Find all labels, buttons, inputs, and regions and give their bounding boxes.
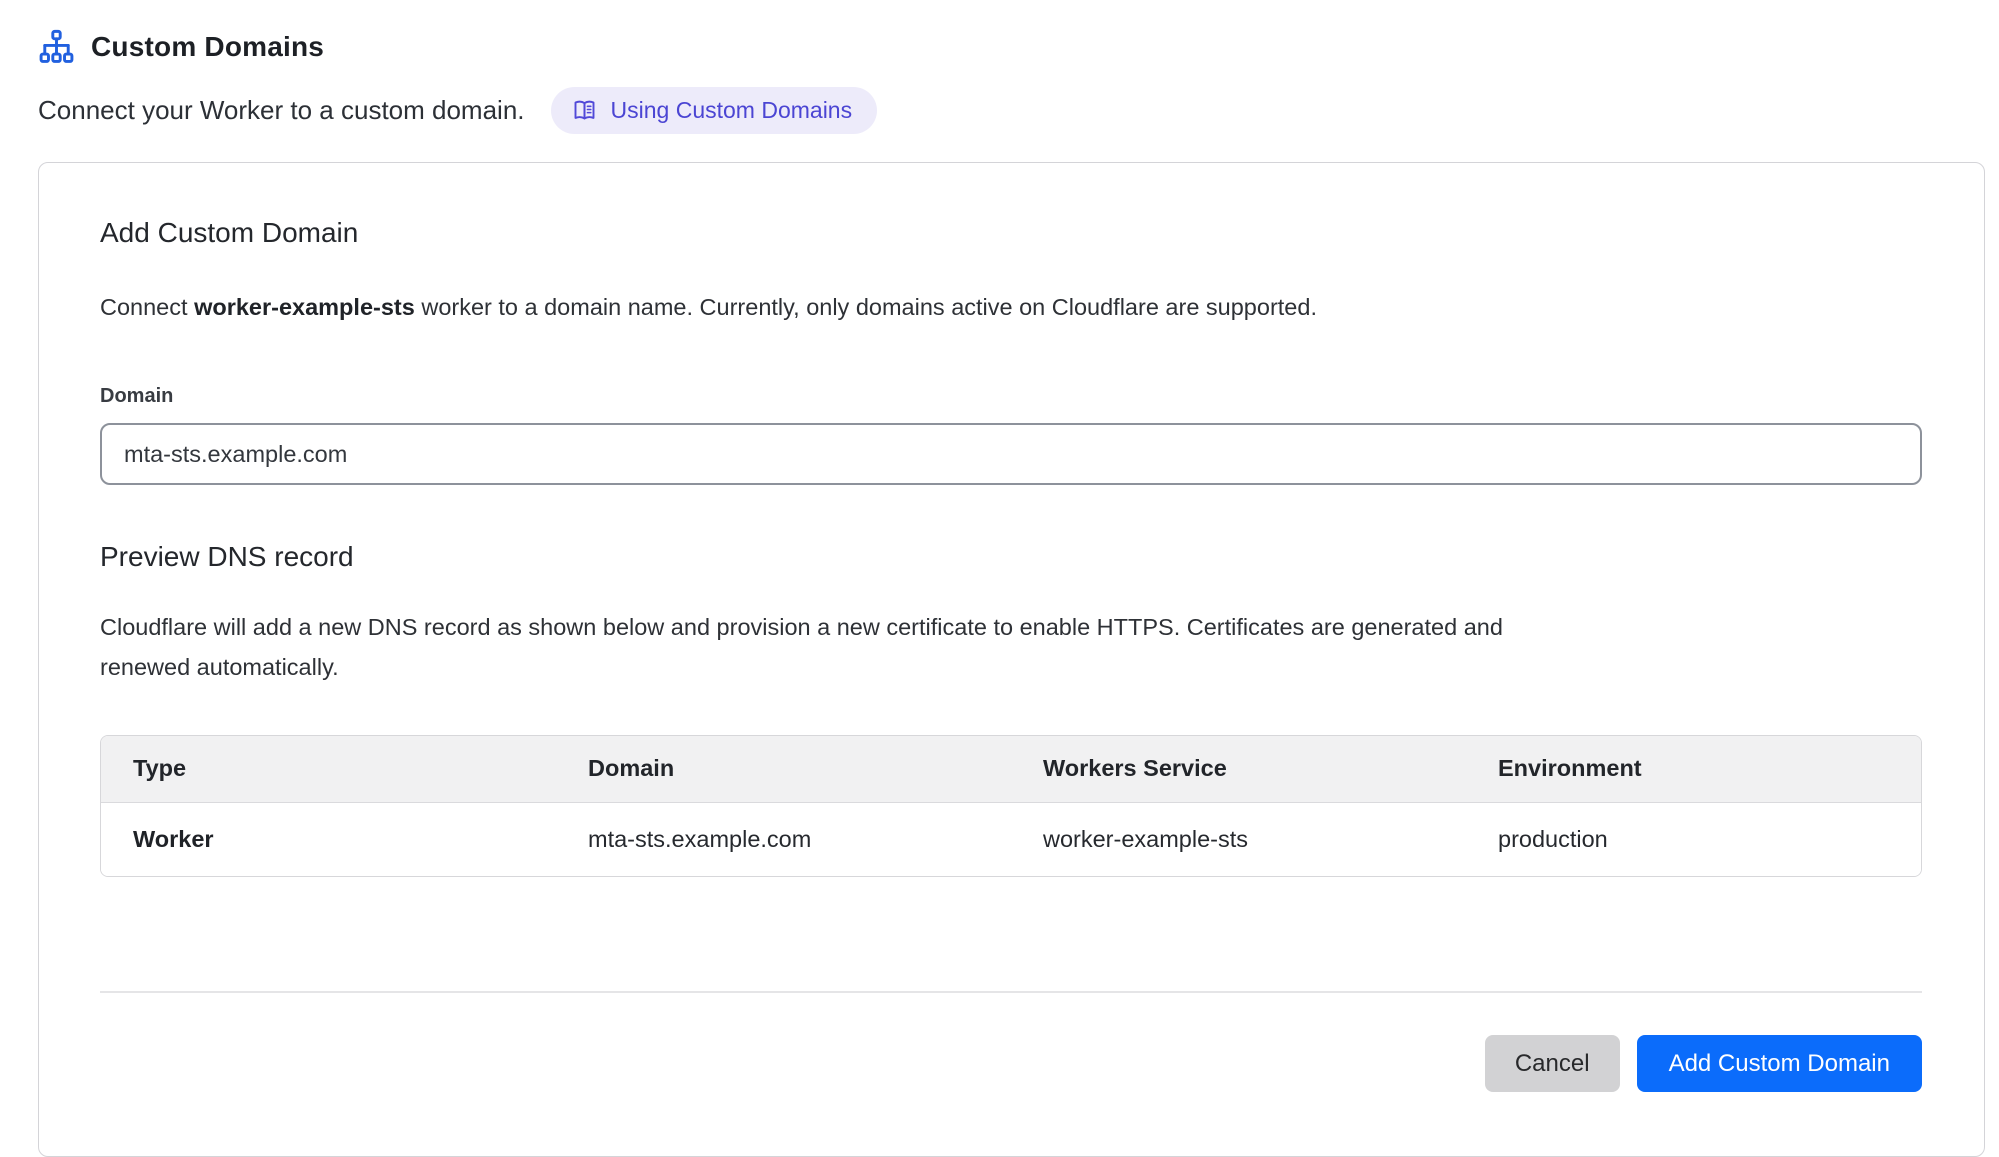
cell-domain: mta-sts.example.com <box>556 802 1011 876</box>
docs-link-badge[interactable]: Using Custom Domains <box>551 87 878 134</box>
dns-preview-table: Type Domain Workers Service Environment … <box>100 735 1922 877</box>
cell-type: Worker <box>101 802 556 876</box>
footer-divider <box>100 991 1922 993</box>
column-header-workers-service: Workers Service <box>1011 736 1466 802</box>
page-title: Custom Domains <box>91 31 324 63</box>
table-header-row: Type Domain Workers Service Environment <box>101 736 1921 802</box>
book-icon <box>571 97 598 124</box>
cell-environment: production <box>1466 802 1921 876</box>
card-actions: Cancel Add Custom Domain <box>100 1035 1922 1092</box>
page-header: Custom Domains <box>38 28 1985 65</box>
column-header-type: Type <box>101 736 556 802</box>
sitemap-icon <box>38 28 75 65</box>
table-row: Worker mta-sts.example.com worker-exampl… <box>101 802 1921 876</box>
page-subtitle-row: Connect your Worker to a custom domain. … <box>38 87 1985 134</box>
cell-workers-service: worker-example-sts <box>1011 802 1466 876</box>
column-header-environment: Environment <box>1466 736 1921 802</box>
page-subtitle: Connect your Worker to a custom domain. <box>38 95 525 126</box>
description-prefix: Connect <box>100 294 194 320</box>
add-custom-domain-button[interactable]: Add Custom Domain <box>1637 1035 1922 1092</box>
docs-link-label: Using Custom Domains <box>611 97 853 124</box>
description-suffix: worker to a domain name. Currently, only… <box>415 294 1317 320</box>
domain-input[interactable] <box>100 423 1922 485</box>
cancel-button[interactable]: Cancel <box>1485 1035 1620 1092</box>
add-custom-domain-card: Add Custom Domain Connect worker-example… <box>38 162 1985 1157</box>
card-description: Connect worker-example-sts worker to a d… <box>100 287 1922 327</box>
card-heading: Add Custom Domain <box>100 217 1922 249</box>
worker-name: worker-example-sts <box>194 294 415 320</box>
domain-label: Domain <box>100 385 1922 408</box>
preview-dns-heading: Preview DNS record <box>100 541 1922 573</box>
column-header-domain: Domain <box>556 736 1011 802</box>
custom-domains-page: Custom Domains Connect your Worker to a … <box>0 0 1999 1157</box>
preview-dns-description: Cloudflare will add a new DNS record as … <box>100 607 1590 687</box>
